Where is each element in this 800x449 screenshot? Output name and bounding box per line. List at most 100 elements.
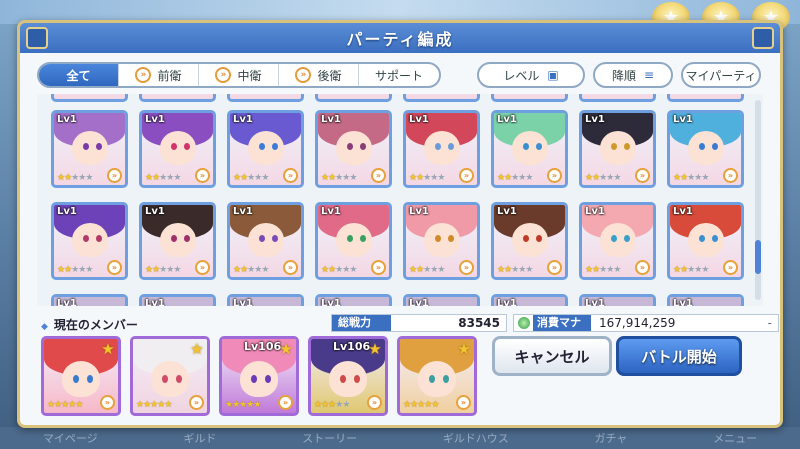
character-eye — [176, 375, 182, 383]
character-eye — [184, 143, 190, 150]
background-menu-bar: マイページ ギルド ストーリー ギルドハウス ガチャ メニュー — [0, 427, 800, 449]
character-card[interactable]: Lv1 ★★★★★ » — [227, 110, 304, 188]
member-slot[interactable]: Lv106 ★ ★★★★★» — [219, 336, 299, 416]
character-card[interactable]: Lv1 — [491, 294, 568, 306]
character-card[interactable]: Lv1 ★★★★★ » — [51, 110, 128, 188]
character-level: Lv1 — [233, 298, 253, 306]
character-card[interactable]: Lv1 — [667, 294, 744, 306]
character-level: Lv1 — [145, 206, 165, 217]
character-eye — [347, 235, 353, 242]
character-level: Lv1 — [145, 298, 165, 306]
character-face — [599, 131, 636, 165]
character-eye — [87, 375, 93, 383]
rarity-stars: ★★★★★ — [233, 173, 269, 183]
position-icon: » — [459, 168, 474, 183]
rank-star-icon: ★ — [368, 340, 382, 358]
member-slot[interactable]: ★ ★★★★★» — [130, 336, 210, 416]
rank-star-icon: ★ — [101, 340, 115, 358]
character-eye — [712, 143, 718, 150]
member-slot[interactable]: ★ ★★★★★» — [397, 336, 477, 416]
sort-level-button[interactable]: レベル ▣ — [477, 62, 585, 88]
character-eye — [162, 375, 168, 383]
character-eye — [624, 235, 630, 242]
character-level: Lv1 — [57, 206, 77, 217]
character-grid: Lv1 ★★★★★ » Lv1 ★★★★★ » Lv1 ★★★★★ » Lv1 ★★★★★ » Lv1 ★… — [37, 94, 763, 306]
character-card[interactable]: Lv1 ★★★★★ » — [51, 202, 128, 280]
character-card[interactable]: Lv1 ★★★★★ » — [579, 110, 656, 188]
character-eye — [360, 143, 366, 150]
rarity-stars: ★★★★★ — [145, 173, 181, 183]
tab-all[interactable]: 全て — [39, 64, 119, 86]
character-face — [423, 223, 460, 257]
tab-middle[interactable]: » 中衛 — [199, 64, 279, 86]
character-card[interactable]: Lv1 — [315, 294, 392, 306]
character-card[interactable]: Lv1 ★★★★★ » — [579, 202, 656, 280]
character-card[interactable]: Lv1 ★★★★★ » — [139, 202, 216, 280]
character-eye — [184, 235, 190, 242]
character-card[interactable]: Lv1 ★★★★★ » — [403, 110, 480, 188]
character-card[interactable] — [491, 94, 568, 102]
mana-cost-label: 消費マナ — [533, 315, 591, 331]
cancel-button[interactable]: キャンセル — [492, 336, 612, 376]
character-card[interactable]: Lv1 ★★★★★ » — [491, 110, 568, 188]
character-card[interactable]: Lv1 — [579, 294, 656, 306]
character-card[interactable]: Lv1 ★★★★★ » — [315, 110, 392, 188]
total-power-box: 総戦力 83545 — [331, 314, 507, 332]
member-slot[interactable]: ★ ★★★★★» — [41, 336, 121, 416]
character-level: Lv1 — [585, 206, 605, 217]
character-card[interactable] — [579, 94, 656, 102]
character-eye — [712, 235, 718, 242]
character-eye — [699, 235, 705, 242]
character-face — [62, 361, 100, 397]
character-eye — [536, 235, 542, 242]
position-icon: » — [459, 260, 474, 275]
background-menu-item: ガチャ — [594, 432, 628, 445]
character-card[interactable] — [227, 94, 304, 102]
character-card[interactable]: Lv1 ★★★★★ » — [403, 202, 480, 280]
character-face — [418, 361, 456, 397]
position-icon: » — [195, 260, 210, 275]
rarity-stars: ★★★★★ — [136, 400, 172, 410]
position-icon: » — [367, 395, 382, 410]
grid-scrollbar[interactable] — [755, 100, 761, 300]
character-card[interactable]: Lv1 ★★★★★ » — [491, 202, 568, 280]
character-card[interactable]: Lv1 ★★★★★ » — [139, 110, 216, 188]
member-level: Lv106 — [244, 340, 282, 353]
character-eye — [611, 235, 617, 242]
character-eye — [435, 235, 441, 242]
tab-front[interactable]: » 前衛 — [119, 64, 199, 86]
character-eye — [259, 235, 265, 242]
background-menu-item: マイページ — [42, 432, 98, 445]
character-card[interactable]: Lv1 ★★★★★ » — [315, 202, 392, 280]
position-icon: » — [547, 168, 562, 183]
tab-rear[interactable]: » 後衛 — [279, 64, 359, 86]
character-row-partial: Lv1 Lv1 Lv1 Lv1 Lv1 Lv1 Lv1 Lv1 — [51, 294, 744, 306]
tab-support[interactable]: サポート — [359, 64, 439, 86]
character-card[interactable]: Lv1 — [227, 294, 304, 306]
position-icon: » — [283, 168, 298, 183]
character-card[interactable] — [403, 94, 480, 102]
character-card[interactable] — [51, 94, 128, 102]
character-level: Lv1 — [585, 114, 605, 125]
character-card[interactable]: Lv1 ★★★★★ » — [227, 202, 304, 280]
rarity-stars: ★★★★★ — [225, 400, 261, 410]
character-card[interactable]: Lv1 — [51, 294, 128, 306]
battle-start-button[interactable]: バトル開始 — [616, 336, 742, 376]
rarity-stars: ★★★★★ — [409, 173, 445, 183]
character-card[interactable] — [315, 94, 392, 102]
position-icon: » — [723, 260, 738, 275]
character-card[interactable]: Lv1 ★★★★★ » — [667, 110, 744, 188]
sort-order-button[interactable]: 降順 ≡ — [593, 62, 673, 88]
character-card[interactable] — [139, 94, 216, 102]
character-card[interactable]: Lv1 — [403, 294, 480, 306]
scrollbar-thumb[interactable] — [755, 240, 761, 274]
character-card[interactable]: Lv1 ★★★★★ » — [667, 202, 744, 280]
character-eye — [347, 143, 353, 150]
my-party-button[interactable]: マイパーティ — [681, 62, 761, 88]
character-eye — [699, 143, 705, 150]
member-slot[interactable]: Lv106 ★ ★★★★★» — [308, 336, 388, 416]
character-card[interactable] — [667, 94, 744, 102]
character-card[interactable]: Lv1 — [139, 294, 216, 306]
character-face — [329, 361, 367, 397]
character-level: Lv1 — [409, 206, 429, 217]
